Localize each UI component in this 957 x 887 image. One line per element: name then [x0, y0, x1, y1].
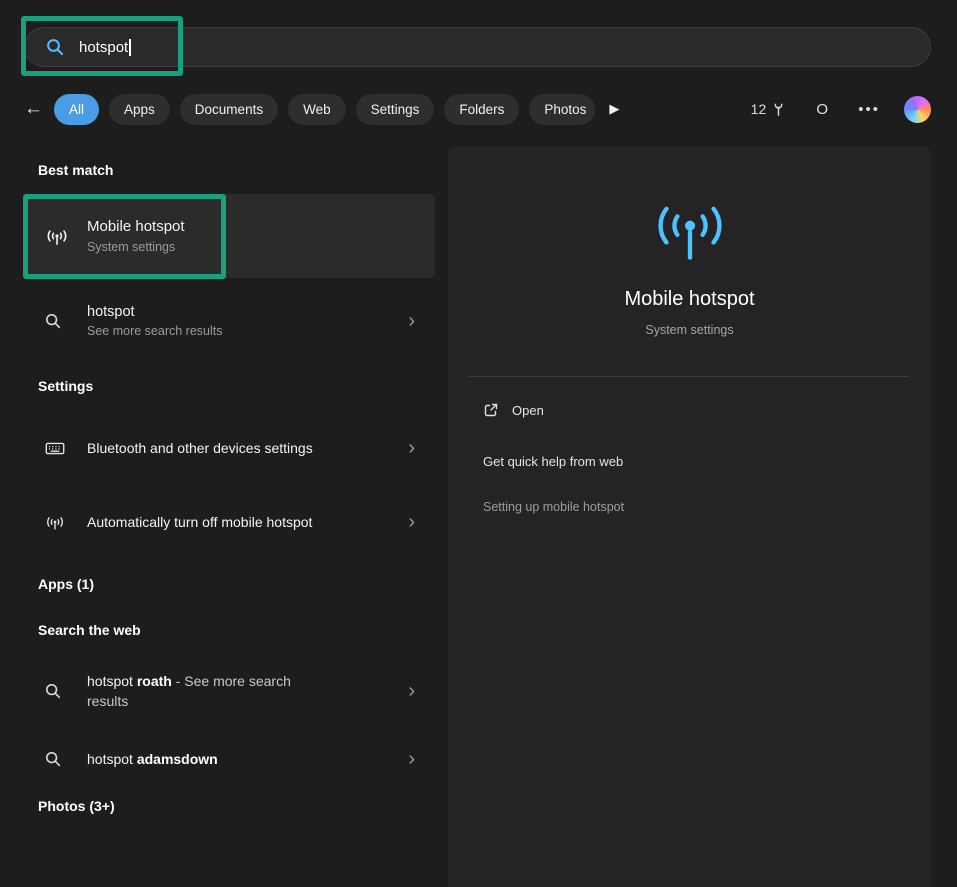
chevron-right-icon[interactable]: ›	[408, 512, 415, 532]
tab-photos[interactable]: Photos	[529, 94, 595, 125]
open-external-icon	[483, 402, 499, 418]
result-text: hotspot See more search results	[87, 304, 222, 338]
copilot-icon[interactable]	[904, 96, 931, 123]
result-label: Bluetooth and other devices settings	[87, 438, 327, 458]
search-query-text: hotspot	[79, 39, 128, 56]
chevron-right-icon[interactable]: ›	[408, 749, 415, 769]
search-input[interactable]: hotspot	[24, 27, 931, 67]
tab-apps[interactable]: Apps	[109, 94, 170, 125]
filter-bar-right: 12 O •••	[751, 96, 931, 123]
result-label: Automatically turn off mobile hotspot	[87, 512, 327, 532]
settings-heading: Settings	[38, 378, 93, 394]
result-text: hotspot adamsdown	[87, 749, 327, 769]
tab-documents[interactable]: Documents	[180, 94, 278, 125]
expand-tabs-icon[interactable]: ▶	[609, 101, 619, 117]
account-avatar[interactable]: O	[810, 97, 834, 121]
chevron-right-icon[interactable]: ›	[408, 311, 415, 331]
results-panel: Best match Mobile hotspot System setting…	[0, 146, 448, 887]
search-icon	[44, 750, 78, 768]
hotspot-icon	[44, 511, 78, 533]
search-icon	[45, 37, 65, 57]
search-flyout: hotspot ← All Apps Documents Web Setting…	[0, 0, 957, 887]
result-label: hotspot adamsdown	[87, 749, 327, 769]
tab-folders[interactable]: Folders	[444, 94, 519, 125]
photos-heading: Photos (3+)	[38, 798, 115, 814]
result-mobile-hotspot[interactable]: Mobile hotspot System settings	[24, 194, 435, 278]
result-title: hotspot	[87, 304, 222, 320]
result-text: Bluetooth and other devices settings	[87, 438, 327, 458]
result-web-adamsdown[interactable]: hotspot adamsdown ›	[24, 736, 435, 782]
chevron-right-icon[interactable]: ›	[408, 438, 415, 458]
result-text: hotspot roath - See more search results	[87, 671, 327, 712]
quick-help-heading: Get quick help from web	[483, 454, 623, 469]
apps-heading: Apps (1)	[38, 576, 94, 592]
preview-subtitle: System settings	[448, 323, 931, 337]
text-caret	[129, 39, 131, 56]
label-bold: adamsdown	[137, 751, 218, 767]
result-subtitle: See more search results	[87, 324, 222, 338]
more-options-icon[interactable]: •••	[858, 101, 880, 118]
best-match-heading: Best match	[38, 162, 113, 178]
result-bluetooth-settings[interactable]: Bluetooth and other devices settings ›	[24, 414, 435, 482]
divider	[468, 376, 909, 377]
label-prefix: hotspot	[87, 751, 137, 767]
preview-panel: Mobile hotspot System settings Open Get …	[448, 146, 931, 887]
filter-bar: ← All Apps Documents Web Settings Folder…	[24, 91, 931, 127]
result-web-roath[interactable]: hotspot roath - See more search results …	[24, 658, 435, 724]
hotspot-icon	[44, 223, 78, 249]
back-arrow-icon[interactable]: ←	[24, 98, 54, 120]
tab-all[interactable]: All	[54, 94, 99, 125]
result-subtitle: System settings	[87, 240, 185, 254]
result-auto-turnoff-hotspot[interactable]: Automatically turn off mobile hotspot ›	[24, 488, 435, 556]
tab-settings[interactable]: Settings	[356, 94, 435, 125]
search-icon	[44, 682, 78, 700]
result-text: Automatically turn off mobile hotspot	[87, 512, 327, 532]
result-title: Mobile hotspot	[87, 218, 185, 235]
count-badge: 12	[751, 101, 767, 117]
help-link-setting-up-hotspot[interactable]: Setting up mobile hotspot	[483, 500, 624, 514]
search-web-heading: Search the web	[38, 622, 141, 638]
tab-web[interactable]: Web	[288, 94, 346, 125]
preview-title: Mobile hotspot	[448, 288, 931, 311]
antenna-status-icon	[771, 102, 786, 117]
chevron-right-icon[interactable]: ›	[408, 681, 415, 701]
result-label: hotspot roath - See more search results	[87, 671, 327, 712]
status-count: 12	[751, 101, 787, 117]
label-prefix: hotspot	[87, 673, 137, 689]
hotspot-icon-large	[648, 192, 732, 266]
search-icon	[44, 312, 78, 330]
result-text: Mobile hotspot System settings	[87, 218, 185, 254]
result-see-more[interactable]: hotspot See more search results ›	[24, 292, 435, 350]
devices-keyboard-icon	[44, 437, 78, 459]
open-action[interactable]: Open	[483, 402, 544, 418]
open-label: Open	[512, 403, 544, 418]
label-bold: roath	[137, 673, 172, 689]
